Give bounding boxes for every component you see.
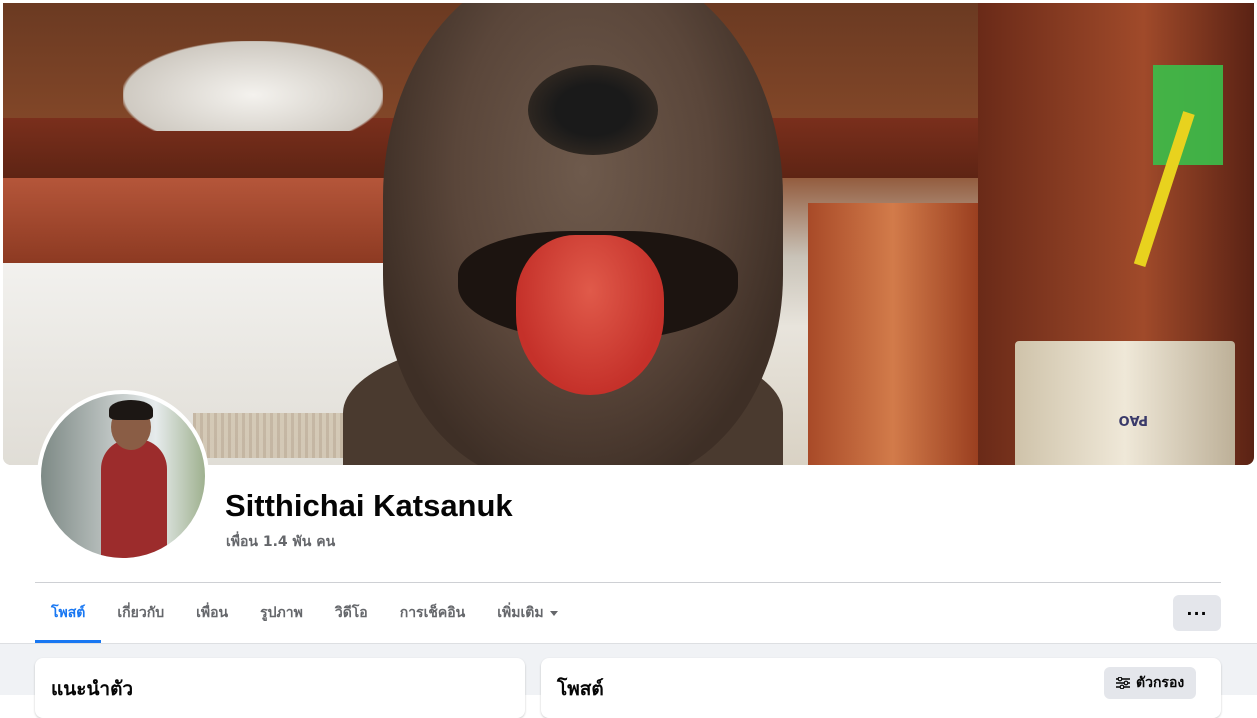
tab-about[interactable]: เกี่ยวกับ	[101, 583, 180, 643]
tab-label: เกี่ยวกับ	[117, 605, 165, 621]
profile-name: Sitthichai Katsanuk	[225, 488, 513, 523]
ellipsis-icon: ···	[1186, 603, 1208, 623]
tab-label: โพสต์	[51, 605, 86, 621]
tab-label: วิดีโอ	[334, 605, 368, 621]
more-options-button[interactable]: ···	[1173, 595, 1221, 631]
profile-tabs: โพสต์ เกี่ยวกับ เพื่อน รูปภาพ วิดีโอ การ…	[35, 583, 574, 643]
tab-videos[interactable]: วิดีโอ	[319, 583, 384, 643]
filter-button-label: ตัวกรอง	[1136, 675, 1185, 691]
tab-more[interactable]: เพิ่มเติม	[481, 583, 573, 643]
caret-down-icon	[549, 610, 558, 616]
tab-friends[interactable]: เพื่อน	[180, 583, 244, 643]
profile-avatar[interactable]	[37, 390, 209, 562]
avatar-person-hair	[109, 400, 153, 420]
tab-label: เพิ่มเติม	[497, 605, 544, 621]
tab-label: รูปภาพ	[260, 605, 303, 621]
posts-card-title: โพสต์	[557, 678, 604, 700]
tab-posts[interactable]: โพสต์	[35, 583, 102, 643]
tab-checkins[interactable]: การเช็คอิน	[384, 583, 482, 643]
filter-button[interactable]: ตัวกรอง	[1104, 667, 1197, 699]
cover-dog-nose	[528, 65, 658, 155]
cover-dog-tongue	[516, 235, 664, 395]
cover-wooden-post	[808, 203, 978, 465]
cover-bench	[3, 178, 423, 263]
tab-photos[interactable]: รูปภาพ	[244, 583, 319, 643]
intro-card: แนะนำตัว	[35, 658, 525, 718]
friends-count[interactable]: เพื่อน 1.4 พัน คน	[226, 531, 335, 553]
cover-bucket-label: PAO	[1118, 412, 1148, 427]
cover-bags	[123, 41, 383, 131]
tab-label: เพื่อน	[196, 605, 229, 621]
cover-photo[interactable]: PAO	[3, 3, 1254, 465]
sliders-icon	[1116, 677, 1130, 689]
avatar-person-shirt	[101, 439, 167, 558]
tab-label: การเช็คอิน	[399, 605, 466, 621]
intro-card-title: แนะนำตัว	[51, 678, 134, 700]
